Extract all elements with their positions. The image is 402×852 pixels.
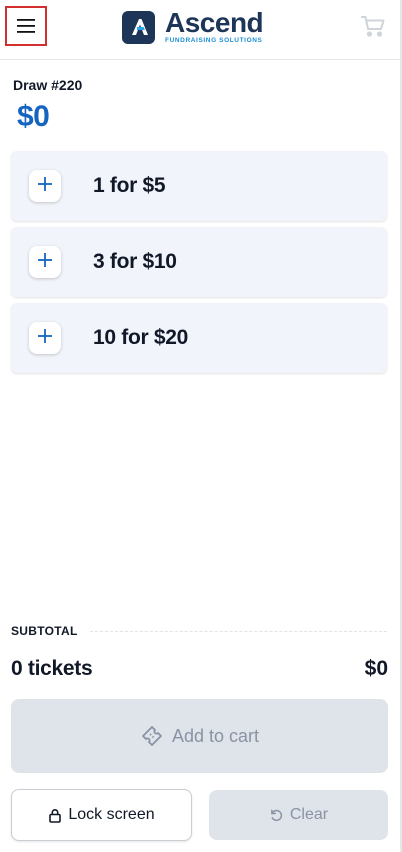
subtotal-label: SUBTOTAL (11, 624, 78, 638)
add-option-button[interactable] (29, 322, 61, 354)
plus-icon (37, 176, 53, 197)
add-to-cart-label: Add to cart (171, 725, 260, 746)
draw-number-label: Draw #220 (13, 77, 83, 93)
add-to-cart-button[interactable]: Add to cart (11, 699, 388, 773)
brand-tagline: FUNDRAISING SOLUTIONS (165, 37, 263, 44)
reset-icon (269, 808, 284, 823)
brand-logo: Ascend FUNDRAISING SOLUTIONS (122, 7, 264, 44)
lock-screen-button[interactable]: Lock screen (11, 789, 192, 841)
clear-button[interactable]: Clear (209, 790, 388, 840)
menu-button[interactable] (5, 6, 47, 46)
hamburger-menu-icon (16, 18, 36, 34)
brand-name: Ascend (165, 7, 264, 38)
ticket-icon (140, 724, 164, 748)
draw-amount: $0 (17, 100, 50, 133)
ticket-count: 0 tickets (11, 657, 93, 680)
ticket-option-label: 10 for $20 (93, 326, 189, 349)
ticket-option-1-for-5[interactable]: 1 for $5 (11, 151, 387, 221)
ticket-option-3-for-10[interactable]: 3 for $10 (11, 227, 387, 297)
lock-screen-label: Lock screen (68, 806, 155, 823)
subtotal-value: $0 (364, 657, 388, 680)
ticket-option-label: 3 for $10 (93, 250, 177, 273)
ticket-option-10-for-20[interactable]: 10 for $20 (11, 303, 387, 373)
add-option-button[interactable] (29, 170, 61, 202)
plus-icon (37, 252, 53, 273)
plus-icon (37, 328, 53, 349)
cart-button[interactable] (359, 14, 387, 42)
brand-mark-icon (122, 10, 155, 44)
top-header: Ascend FUNDRAISING SOLUTIONS (0, 0, 400, 60)
add-option-button[interactable] (29, 246, 61, 278)
clear-label: Clear (289, 806, 329, 823)
shopping-cart-icon (360, 14, 386, 43)
subtotal-divider (90, 631, 387, 632)
lock-icon (48, 808, 62, 823)
ticket-option-label: 1 for $5 (93, 174, 166, 197)
